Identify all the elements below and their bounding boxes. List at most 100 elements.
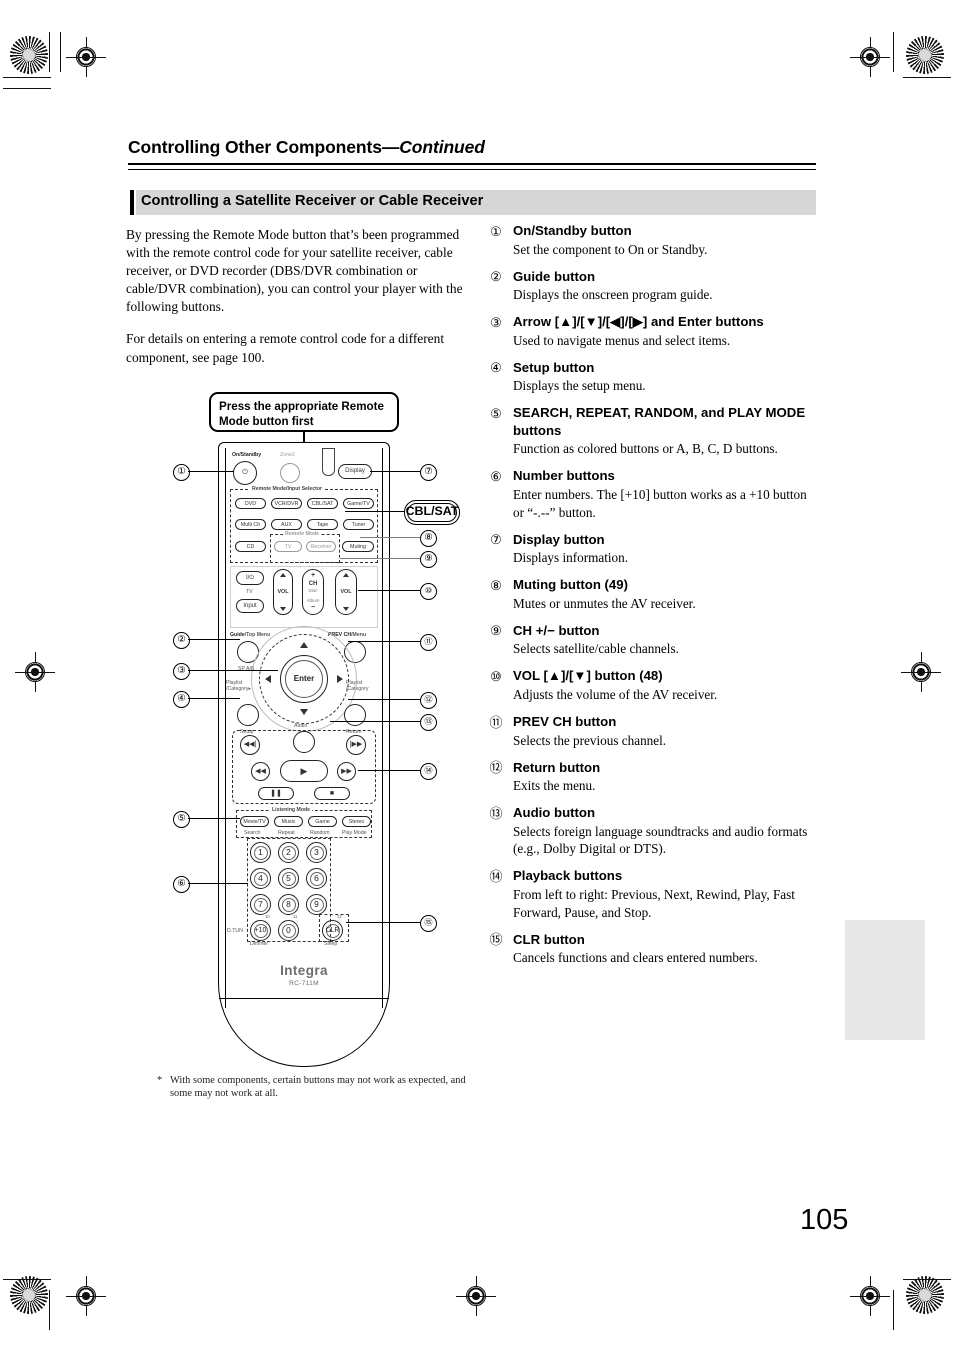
channel-plus-label: + <box>310 572 316 579</box>
list-item-description: Selects satellite/cable channels. <box>513 641 679 657</box>
list-item-heading: On/Standby button <box>513 223 632 238</box>
input-key-multi-ch-label: Multi Ch <box>240 522 261 528</box>
callout-4: ④ <box>173 691 190 708</box>
channel-minus-label: − <box>310 604 316 611</box>
input-key-aux[interactable]: AUX <box>271 519 302 530</box>
input-key-tuner[interactable]: Tuner <box>343 519 374 530</box>
number-key-3[interactable]: 3 <box>306 842 327 863</box>
listening-mode-game[interactable]: Game <box>308 816 337 827</box>
list-item-description: Mutes or unmutes the AV receiver. <box>513 595 696 611</box>
next-button[interactable]: |▶▶ <box>346 735 366 755</box>
pause-button[interactable]: ❚❚ <box>258 787 294 800</box>
on-standby-button[interactable]: ⏻ <box>233 461 257 485</box>
number-key-6[interactable]: 6 <box>306 868 327 889</box>
tv-input-button[interactable]: Input <box>236 599 264 613</box>
input-key-vcr-dvr[interactable]: VCR/DVR <box>271 498 302 509</box>
receiver-volume-label: VOL <box>340 589 352 595</box>
registration-mark-top-left <box>66 37 106 77</box>
callout-4-leader <box>188 698 240 700</box>
enter-button[interactable]: Enter <box>280 655 328 703</box>
crop-line-left-horizontal <box>3 77 51 79</box>
number-key-4[interactable]: 4 <box>250 868 271 889</box>
list-item-heading: Return button <box>513 759 601 775</box>
callout-2-leader <box>188 639 240 641</box>
list-item-heading: CLR button <box>513 931 585 947</box>
number-key-7[interactable]: 7 <box>250 894 271 915</box>
tv-power-button[interactable]: I/⏻ <box>236 571 264 585</box>
listening-mode-game-label: Game <box>315 819 330 825</box>
list-item: ⑫ Return button Exits the menu. <box>489 759 819 795</box>
crop-line-bottom-left-horizontal <box>3 1279 51 1281</box>
number-key-2[interactable]: 2 <box>278 842 299 863</box>
keypad-tiny-label-11: 11 <box>293 914 298 919</box>
callout-12-leader <box>348 699 420 701</box>
rewind-button[interactable]: ◀◀ <box>251 762 270 781</box>
list-item-heading: Audio button <box>513 805 596 821</box>
arrow-up-icon[interactable] <box>300 642 308 648</box>
remote-mode-key-tv[interactable]: TV <box>274 541 302 552</box>
list-item-number: ⑤ <box>490 405 502 421</box>
muting-button[interactable]: Muting <box>342 541 374 552</box>
model-number: RC-711M <box>289 980 319 987</box>
stop-button[interactable]: ■ <box>314 787 350 800</box>
input-key-game-tv[interactable]: Game/TV <box>343 498 374 509</box>
list-item-heading: PREV CH button <box>513 714 617 730</box>
album-label: Album <box>306 598 320 603</box>
list-item-number: ② <box>490 269 502 285</box>
registration-mark-mid-left <box>15 652 55 692</box>
listening-mode-movie-tv[interactable]: Movie/TV <box>240 816 269 827</box>
channel-disc-album-rocker[interactable]: + CH Disc Album − <box>302 569 324 615</box>
listening-mode-music[interactable]: Music <box>274 816 303 827</box>
number-key-plus10[interactable]: +10 <box>250 920 271 941</box>
previous-button[interactable]: ◀◀| <box>240 735 260 755</box>
input-key-multi-ch[interactable]: Multi Ch <box>235 519 266 530</box>
input-key-dvd-label: DVD <box>244 501 257 507</box>
tv-volume-up-arrow-icon <box>280 573 286 577</box>
remote-mode-key-receiver[interactable]: Receiver <box>306 541 336 552</box>
setup-button[interactable] <box>237 704 259 726</box>
input-key-cd[interactable]: CD <box>235 541 266 552</box>
tv-volume-rocker[interactable]: VOL <box>273 569 293 615</box>
input-key-cbl-sat[interactable]: CBL/SAT <box>307 498 338 509</box>
input-key-cd-label: CD <box>246 544 255 550</box>
crop-line-right-vertical <box>893 32 895 72</box>
page-title-main: Controlling Other Components <box>128 137 382 157</box>
callout-5: ⑤ <box>173 811 190 828</box>
list-item-number: ① <box>490 223 502 239</box>
callout-10-leader <box>358 590 420 592</box>
input-key-cbl-sat-label: CBL/SAT <box>311 501 334 507</box>
listening-mode-stereo[interactable]: Stereo <box>342 816 371 827</box>
play-button[interactable]: ▶ <box>280 760 328 782</box>
callout-10: ⑩ <box>420 583 437 600</box>
number-key-0[interactable]: 0 <box>278 920 299 941</box>
number-key-8[interactable]: 8 <box>278 894 299 915</box>
dimmer-label: Dimmer <box>250 941 269 947</box>
display-button[interactable]: Display <box>338 464 372 479</box>
remote-foot-divider <box>219 998 389 1000</box>
zone2-button[interactable] <box>280 463 300 483</box>
list-item-heading: Setup button <box>513 359 595 375</box>
arrow-right-icon[interactable] <box>337 675 343 683</box>
number-key-9[interactable]: 9 <box>306 894 327 915</box>
arrow-left-icon[interactable] <box>265 675 271 683</box>
callout-14-leader <box>358 770 420 772</box>
receiver-volume-rocker[interactable]: VOL <box>335 569 357 615</box>
return-button[interactable] <box>344 704 366 726</box>
input-key-tape[interactable]: Tape <box>307 519 338 530</box>
number-key-1[interactable]: 1 <box>250 842 271 863</box>
remote-control-illustration: Integra RC-711M On/Standby Zone2 ⏻ Displ… <box>218 442 390 1067</box>
list-item-number: ⑮ <box>489 932 503 948</box>
callout-11: ⑪ <box>420 634 437 651</box>
listening-mode-stereo-label: Stereo <box>348 819 365 825</box>
list-item-number: ⑦ <box>490 532 502 548</box>
page-title-suffix: —Continued <box>381 137 485 157</box>
crop-line-left-horizontal-2 <box>3 88 51 90</box>
guide-label-main: Guide <box>230 632 245 638</box>
fast-forward-button[interactable]: ▶▶ <box>337 762 356 781</box>
arrow-down-icon[interactable] <box>300 709 308 715</box>
input-key-dvd[interactable]: DVD <box>235 498 266 509</box>
input-selector-group-title: Remote Mode/Input Selector <box>250 486 325 492</box>
repeat-sublabel: Repeat <box>278 830 295 836</box>
number-key-5[interactable]: 5 <box>278 868 299 889</box>
listening-mode-movie-tv-label: Movie/TV <box>243 819 266 825</box>
